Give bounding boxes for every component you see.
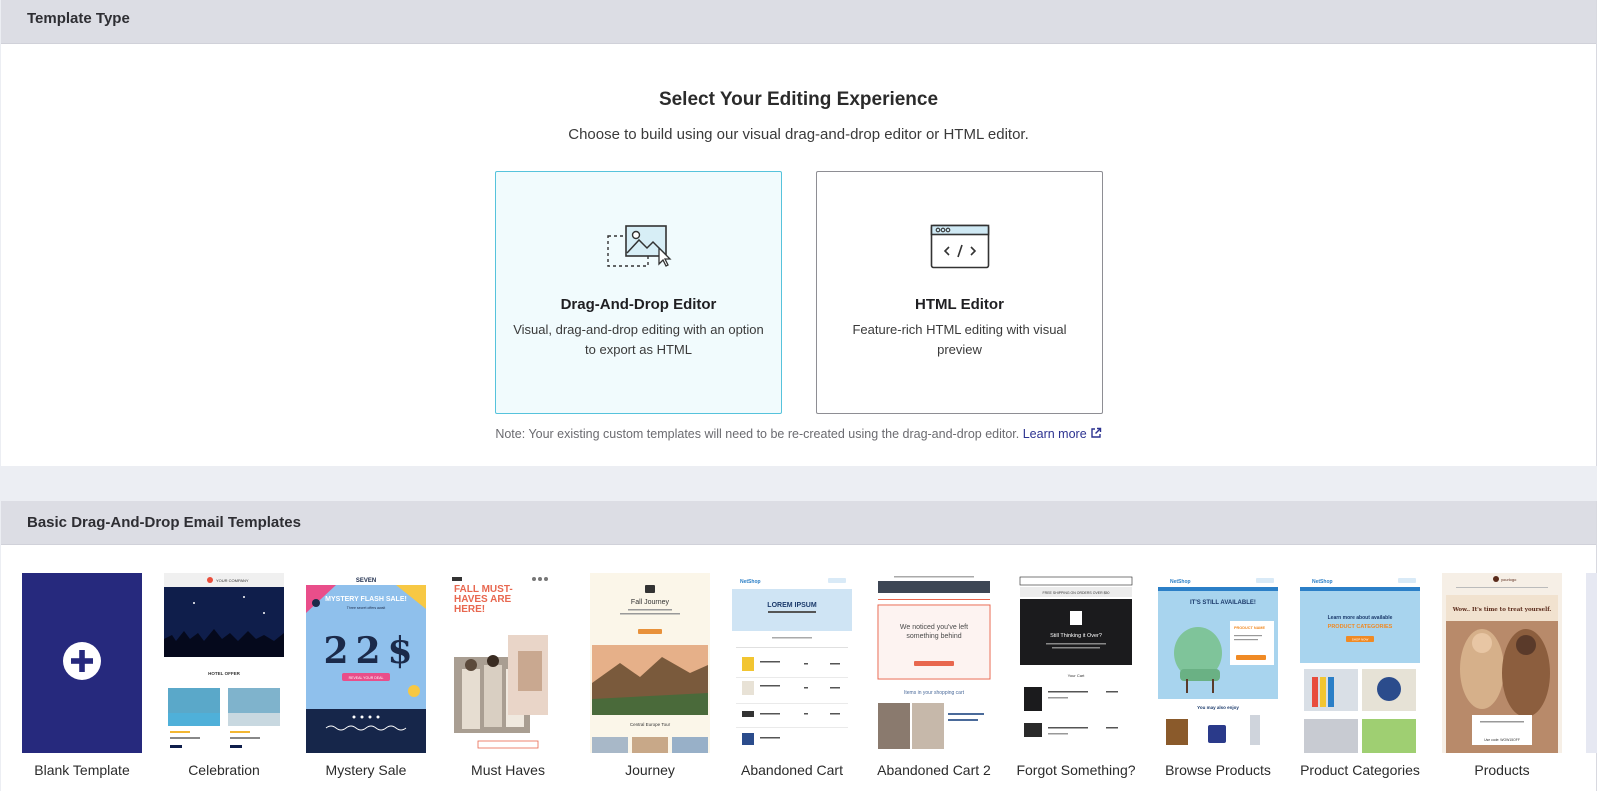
template-label: Mystery Sale <box>325 762 407 778</box>
basic-templates-heading: Basic Drag-And-Drop Email Templates <box>1 501 1596 545</box>
template-card-abandoned-cart-2[interactable]: We noticed you've left something behind … <box>874 573 994 778</box>
template-card-products[interactable]: yourlogo Wow.. It's time to treat yourse… <box>1442 573 1562 778</box>
categories-brand: NetShop <box>1312 579 1333 585</box>
template-label: Forgot Something? <box>1016 762 1136 778</box>
template-card-must-haves[interactable]: FALL MUST-HAVES ARE HERE! Must Haves <box>448 573 568 778</box>
blank-template-thumbnail[interactable] <box>22 573 142 753</box>
journey-tour: Central Europe Tour <box>630 722 671 727</box>
html-editor-title: HTML Editor <box>915 296 1004 313</box>
forgot-your-cart: Your Cart <box>1068 673 1086 678</box>
celebration-thumbnail[interactable]: YOUR COMPANY HOTEL OFFER <box>164 573 284 753</box>
template-card-product-categories[interactable]: NetShop Learn more about available PRODU… <box>1300 573 1420 778</box>
template-label: Journey <box>625 762 675 778</box>
migration-note-text: Note: Your existing custom templates wil… <box>495 427 1020 441</box>
celebration-hotel-offer: HOTEL OFFER <box>208 671 240 676</box>
products-logo: yourlogo <box>1501 577 1517 582</box>
template-type-panel: Template Type <box>1 0 1597 466</box>
template-card-forgot-something[interactable]: FREE SHIPPING ON ORDERS OVER $50 Still T… <box>1016 573 1136 778</box>
editing-experience-subtitle: Choose to build using our visual drag-an… <box>568 126 1029 143</box>
plus-circle-icon <box>62 641 102 686</box>
categories-subhead: PRODUCT CATEGORIES <box>1328 624 1393 630</box>
external-link-icon <box>1090 427 1102 442</box>
drag-and-drop-editor-title: Drag-And-Drop Editor <box>560 296 717 313</box>
code-window-icon <box>930 224 990 275</box>
abandoned-cart-2-headline: We noticed you've left something behind <box>899 624 969 640</box>
browse-brand: NetShop <box>1170 579 1191 585</box>
template-label: Celebration <box>188 762 260 778</box>
browse-products-thumbnail[interactable]: NetShop IT'S STILL AVAILABLE! PRODUCT NA… <box>1158 573 1278 753</box>
html-editor-description: Feature-rich HTML editing with visual pr… <box>852 322 1067 357</box>
drag-drop-image-icon <box>606 224 672 275</box>
template-label: Abandoned Cart 2 <box>877 762 991 778</box>
template-label: Abandoned Cart <box>741 762 843 778</box>
categories-headline: Learn more about available <box>1328 615 1393 621</box>
celebration-company: YOUR COMPANY <box>216 578 249 583</box>
next-template-peek <box>1586 573 1597 753</box>
learn-more-label: Learn more <box>1022 427 1087 441</box>
abandoned-cart-thumbnail[interactable]: NetShop LOREM IPSUM <box>732 573 852 753</box>
must-haves-thumbnail[interactable]: FALL MUST-HAVES ARE HERE! <box>448 573 568 753</box>
template-label: Browse Products <box>1165 762 1271 778</box>
product-categories-thumbnail[interactable]: NetShop Learn more about available PRODU… <box>1300 573 1420 753</box>
browse-headline: IT'S STILL AVAILABLE! <box>1190 600 1256 606</box>
abandoned-cart-2-subhead: Items in your shopping cart <box>904 690 965 696</box>
template-card-blank[interactable]: Blank Template <box>22 573 142 778</box>
template-type-heading: Template Type <box>1 0 1596 44</box>
mystery-tagline: Three secret offers await <box>347 606 385 610</box>
forgot-headline: Still Thinking it Over? <box>1050 633 1102 639</box>
svg-text:$: $ <box>387 630 412 672</box>
template-card-journey[interactable]: Fall Journey Central Europe Tour Journey <box>590 573 710 778</box>
learn-more-link[interactable]: Learn more <box>1023 427 1102 441</box>
products-code: Use code: WOW15OFF <box>1484 738 1520 742</box>
mystery-brand: SEVEN <box>356 578 376 584</box>
svg-text:2: 2 <box>355 630 380 672</box>
html-editor-option[interactable]: HTML Editor Feature-rich HTML editing wi… <box>816 171 1103 414</box>
template-card-abandoned-cart[interactable]: NetShop LOREM IPSUM Abandoned Cart <box>732 573 852 778</box>
template-label: Blank Template <box>34 762 130 778</box>
template-label: Must Haves <box>471 762 545 778</box>
journey-title: Fall Journey <box>631 599 670 606</box>
abandoned-cart-headline: LOREM IPSUM <box>767 602 817 609</box>
browse-product-name: PRODUCT NAME <box>1234 626 1265 630</box>
abandoned-cart-brand: NetShop <box>740 579 761 585</box>
browse-also-enjoy: You may also enjoy <box>1197 705 1239 710</box>
template-label: Products <box>1474 762 1530 778</box>
mystery-headline: MYSTERY FLASH SALE! <box>325 596 407 603</box>
drag-and-drop-editor-description: Visual, drag-and-drop editing with an op… <box>513 322 764 357</box>
template-card-celebration[interactable]: YOUR COMPANY HOTEL OFFER Celebration <box>164 573 284 778</box>
journey-thumbnail[interactable]: Fall Journey Central Europe Tour <box>590 573 710 753</box>
mystery-sale-thumbnail[interactable]: SEVEN MYSTERY FLASH SALE! Three secret o… <box>306 573 426 753</box>
editing-experience-title: Select Your Editing Experience <box>658 89 939 110</box>
drag-and-drop-editor-option[interactable]: Drag-And-Drop Editor Visual, drag-and-dr… <box>495 171 782 414</box>
template-label: Product Categories <box>1300 762 1420 778</box>
products-headline: Wow.. It's time to treat yourself. <box>1452 607 1552 613</box>
mystery-cta: REVEAL YOUR DEAL <box>349 676 384 680</box>
abandoned-cart-2-thumbnail[interactable]: We noticed you've left something behind … <box>874 573 994 753</box>
svg-text:2: 2 <box>323 630 348 672</box>
forgot-something-thumbnail[interactable]: FREE SHIPPING ON ORDERS OVER $50 Still T… <box>1016 573 1136 753</box>
forgot-shipping: FREE SHIPPING ON ORDERS OVER $50 <box>1043 591 1110 595</box>
migration-note: Note: Your existing custom templates wil… <box>0 427 1597 442</box>
template-card-browse-products[interactable]: NetShop IT'S STILL AVAILABLE! PRODUCT NA… <box>1158 573 1278 778</box>
must-haves-headline: FALL MUST-HAVES ARE HERE! <box>454 585 513 615</box>
products-thumbnail[interactable]: yourlogo Wow.. It's time to treat yourse… <box>1442 573 1562 753</box>
template-card-mystery-sale[interactable]: SEVEN MYSTERY FLASH SALE! Three secret o… <box>306 573 426 778</box>
categories-cta: SHOP NOW <box>1352 638 1369 642</box>
